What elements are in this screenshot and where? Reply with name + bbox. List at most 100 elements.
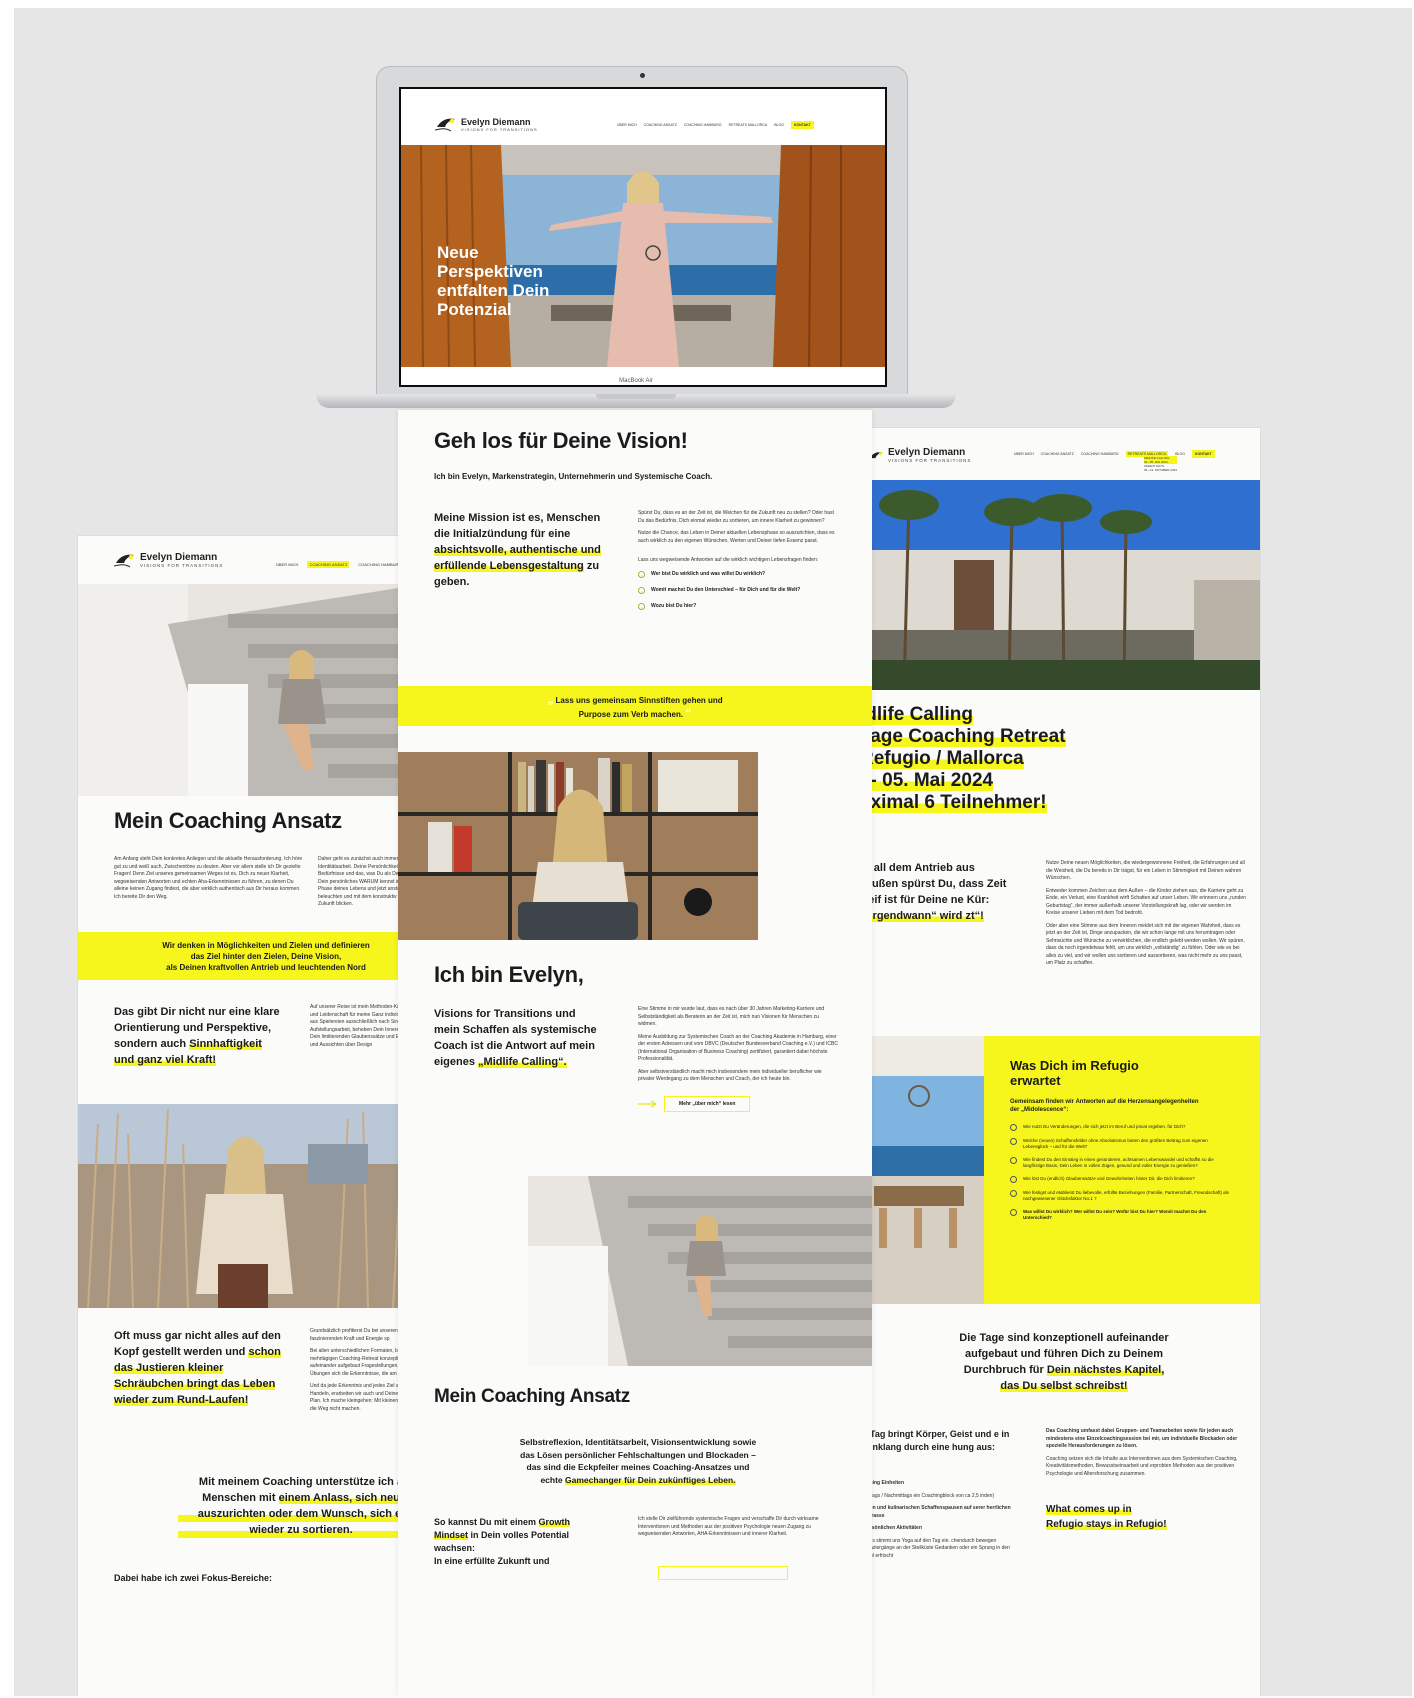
brand-name: Evelyn Diemann: [140, 551, 218, 563]
mockup-canvas: Evelyn Diemann VISIONS FOR TRANSITIONS Ü…: [14, 8, 1412, 1696]
left-page: Evelyn Diemann VISIONS FOR TRANSITIONS Ü…: [78, 536, 424, 1696]
retreat-title-line: aximal 6 Teilnehmer!: [864, 792, 1047, 813]
check-circle-icon: [638, 586, 645, 594]
comes-up-line: Refugio stays in Refugio!: [1046, 1519, 1167, 1530]
villa-photo: [864, 480, 1260, 690]
tag-item: persönlichen Aktivitäten: [864, 1525, 922, 1531]
erwartet-item: Wie nutzt Du Veränderungen, die sich jet…: [1010, 1124, 1234, 1131]
question-text: Womit machst Du den Unterschied – für Di…: [651, 586, 801, 593]
growth-text: So kannst Du mit einem Growth Mindset in…: [434, 1516, 604, 1568]
question-item: Wozu bist Du hier?: [638, 602, 838, 610]
laptop-lid: Evelyn Diemann VISIONS FOR TRANSITIONS Ü…: [376, 66, 908, 396]
left-fokus: Dabei habe ich zwei Fokus-Bereiche:: [114, 1573, 273, 1583]
left-unterstuetze-line: Menschen mit: [202, 1492, 276, 1504]
left-unterstuetze-highlight: einem Anlass, sich neu: [278, 1492, 400, 1504]
close-quote-icon: “: [685, 706, 692, 720]
erwartet-item: Was willst Du wirklich? Wer willst Du se…: [1010, 1209, 1234, 1221]
right-logo[interactable]: Evelyn Diemann VISIONS FOR TRANSITIONS: [868, 448, 971, 463]
erwartet-item: Welche (neuen) Schaffensfelder ohne Abso…: [1010, 1138, 1234, 1150]
tage-highlight: das Du selbst schreibst!: [1000, 1380, 1128, 1392]
left-unterstuetze-line: Mit meinem Coaching unterstütze ich a: [198, 1476, 404, 1488]
nav-item-coaching-hamburg[interactable]: COACHING HAMBURG: [684, 123, 722, 127]
left-logo[interactable]: Evelyn Diemann VISIONS FOR TRANSITIONS: [114, 551, 223, 569]
laptop-mockup: Evelyn Diemann VISIONS FOR TRANSITIONS Ü…: [316, 66, 956, 418]
nav-item-coaching-ansatz[interactable]: COACHING ANSATZ: [644, 123, 677, 127]
more-about-me-button[interactable]: Mehr „über mich“ lesen: [664, 1095, 751, 1112]
left-unterstuetze-highlight: wieder zu sortieren.: [178, 1522, 424, 1538]
nav-kontakt-button[interactable]: KONTAKT: [1191, 450, 1215, 458]
question-text: Wer bist Du wirklich und was willst Du w…: [651, 570, 766, 577]
erwartet-box: Was Dich im Refugio erwartet Gemeinsam f…: [984, 1036, 1260, 1304]
nav-item-coaching-hamburg[interactable]: COACHING HAMBURG: [358, 562, 401, 567]
bio-para: Eine Stimme in mir wurde laut, dass es n…: [638, 1006, 825, 1027]
hero-title-line: Potenzial: [437, 300, 512, 319]
right-antrieb-highlight: „irgendwann“ wird zt“!: [864, 910, 984, 922]
tag-text: r Tag bringt Körper, Geist und e in Eink…: [864, 1429, 1010, 1452]
laptop-screen: Evelyn Diemann VISIONS FOR TRANSITIONS Ü…: [399, 87, 887, 387]
hero-title-line: Neue: [437, 243, 479, 262]
coaching-line: das Lösen persönlicher Fehlschaltungen u…: [520, 1449, 756, 1460]
question-item: Womit machst Du den Unterschied – für Di…: [638, 586, 838, 594]
laptop-base: [316, 394, 956, 408]
visions-highlight: „Midlife Calling“.: [478, 1056, 567, 1068]
hero-title-line: Perspektiven: [437, 262, 543, 281]
nav-item-coaching-hamburg[interactable]: COACHING HAMBURG: [1081, 452, 1119, 456]
tage-highlight: Dein nächstes Kapitel,: [1046, 1364, 1165, 1376]
check-circle-icon: [1010, 1157, 1017, 1164]
brand-tagline: VISIONS FOR TRANSITIONS: [888, 458, 972, 463]
nav-item-ueber-mich[interactable]: ÜBER MICH: [1014, 452, 1034, 456]
check-circle-icon: [638, 602, 645, 610]
questions-list: Wer bist Du wirklich und was willst Du w…: [638, 570, 838, 610]
coaching-line: das sind die Eckpfeiler meines Coaching-…: [526, 1462, 750, 1472]
nav-item-ueber-mich[interactable]: ÜBER MICH: [276, 562, 298, 567]
tag-item: tiven und kulinarischen Schaffenspausen …: [864, 1505, 1011, 1519]
nav-kontakt-button[interactable]: KONTAKT: [790, 121, 814, 129]
nav-item-blog[interactable]: BLOG: [774, 123, 784, 127]
vision-heading: Geh los für Deine Vision!: [434, 428, 688, 453]
right-antrieb-text: h all dem Antrieb aus Außen spürst Du, d…: [864, 860, 1010, 924]
bio-para: Meine Ausbildung zur Systemischen Coach …: [638, 1033, 838, 1063]
erwartet-item-text: Was willst Du wirklich? Wer willst Du se…: [1023, 1209, 1207, 1220]
coaching-line: echte: [540, 1474, 563, 1485]
left-unterstuetze: Mit meinem Coaching unterstütze ich a Me…: [178, 1474, 424, 1538]
nav-item-coaching-ansatz[interactable]: COACHING ANSATZ: [307, 561, 350, 568]
erwartet-item-text: Wie löst Du (endlich) Glaubenssätze und …: [1023, 1176, 1195, 1181]
erwartet-item: Wie festigst und etablierst Du liebevoll…: [1010, 1190, 1234, 1202]
screen-logo[interactable]: Evelyn Diemann VISIONS FOR TRANSITIONS: [435, 115, 538, 133]
retreat-title-line: Refugio / Mallorca: [864, 748, 1024, 769]
check-circle-icon: [1010, 1190, 1017, 1197]
nav-item-ueber-mich[interactable]: ÜBER MICH: [617, 123, 637, 127]
growth-lead: So kannst Du mit einem: [434, 1517, 537, 1527]
center-quote-band: „ Lass uns gemeinsam Sinnstiften gehen u…: [398, 686, 872, 726]
right-antrieb-para: Oder aber eine Stimme aus dem Inneren me…: [1046, 922, 1245, 967]
right-nav: ÜBER MICH COACHING ANSATZ COACHING HAMBU…: [1014, 450, 1215, 458]
mission-text: Meine Mission ist es, Menschen die Initi…: [434, 510, 614, 590]
nav-item-retreats[interactable]: RETREATS MALLORCA: [729, 123, 768, 127]
laptop-notch: [596, 394, 676, 399]
left-nav: ÜBER MICH COACHING ANSATZ COACHING HAMBU…: [276, 561, 402, 568]
nav-item-coaching-ansatz[interactable]: COACHING ANSATZ: [1041, 452, 1074, 456]
erwartet-lead: Gemeinsam finden wir Antworten auf die H…: [1010, 1099, 1199, 1113]
brand-tagline: VISIONS FOR TRANSITIONS: [140, 562, 224, 568]
submenu-item[interactable]: 06.–13. OKTOBER 2024: [1144, 468, 1177, 472]
bio-paras: Eine Stimme in mir wurde laut, dass es n…: [638, 1006, 838, 1112]
right-antrieb-para: Nutze Deine neuen Möglichkeiten, die wie…: [1046, 860, 1245, 881]
side-para: Nutze die Chance, das Leben in Deiner ak…: [638, 530, 835, 544]
growth-button[interactable]: [658, 1566, 788, 1580]
tage-line: aufgebaut und führen Dich zu Deinem: [964, 1348, 1163, 1360]
right-nav-submenu: MIDLIFE CALLING 01.–05. MAI 2024 ORIENT …: [1144, 456, 1177, 472]
screen-content: Evelyn Diemann VISIONS FOR TRANSITIONS Ü…: [401, 89, 885, 385]
open-quote-icon: „: [547, 692, 554, 706]
check-circle-icon: [638, 570, 645, 578]
left-quote-line-3: als Deinen kraftvollen Antrieb und leuch…: [166, 963, 366, 972]
erwartet-item-text: Wie festigst und etablierst Du liebevoll…: [1023, 1190, 1229, 1201]
right-antrieb-lead: h all dem Antrieb aus Außen spürst Du, d…: [864, 862, 1007, 906]
erwartet-title: Was Dich im Refugio erwartet: [1010, 1058, 1139, 1088]
erwartet-item-text: Welche (neuen) Schaffensfelder ohne Abso…: [1023, 1138, 1208, 1149]
tag-items: aching Einheiten mittags / Nachmittags e…: [864, 1480, 1014, 1565]
stairs-photo-2: [528, 1176, 872, 1366]
question-text: Wozu bist Du hier?: [651, 602, 697, 609]
hero-title: Neue Perspektiven entfalten Dein Potenzi…: [437, 243, 549, 319]
tage-line: Die Tage sind konzeptionell aufeinander: [959, 1332, 1169, 1344]
center-coaching-heading: Mein Coaching Ansatz: [434, 1386, 630, 1407]
